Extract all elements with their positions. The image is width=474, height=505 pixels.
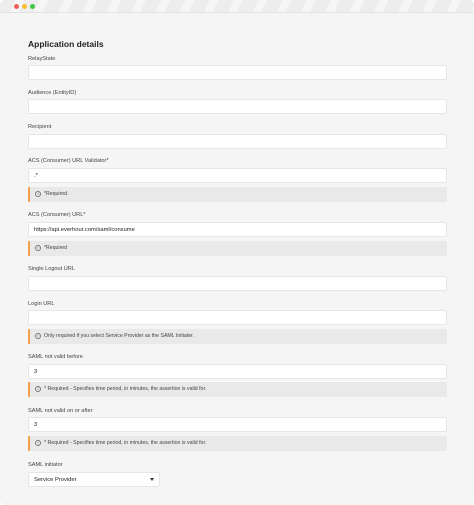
login-url-input[interactable]	[28, 310, 447, 325]
info-circle-icon: i	[35, 385, 41, 392]
saml-not-before-label: SAML not valid before	[28, 354, 83, 360]
info-circle-icon: i	[35, 332, 41, 339]
saml-not-after-label: SAML not valid on or after	[28, 408, 93, 414]
saml-not-before-input[interactable]: 3	[28, 364, 447, 379]
acs-url-label: ACS (Consumer) URL*	[28, 212, 86, 218]
saml-initiator-label: SAML initiator	[28, 462, 63, 468]
single-logout-url-input[interactable]	[28, 276, 447, 291]
acs-validator-label: ACS (Consumer) URL Validator*	[28, 158, 109, 164]
acs-url-note: i *Required	[28, 241, 447, 256]
saml-not-after-input[interactable]: 3	[28, 417, 447, 432]
info-circle-icon: i	[35, 190, 41, 197]
login-url-note-text: Only required if you select Service Prov…	[44, 333, 195, 339]
caret-down-icon	[150, 478, 154, 481]
saml-not-after-note: i * Required - Specifies time period, in…	[28, 436, 447, 451]
minimize-window-button[interactable]	[22, 4, 27, 9]
login-url-label: Login URL	[28, 301, 55, 307]
window-titlebar	[0, 0, 474, 13]
acs-validator-note: i *Required.	[28, 187, 447, 202]
app-window: Application details RelayState Audience …	[0, 0, 474, 505]
acs-validator-note-text: *Required.	[44, 191, 69, 197]
recipient-label: Recipient	[28, 124, 52, 130]
saml-initiator-select[interactable]: Service Provider	[28, 472, 160, 487]
saml-not-before-note: i * Required - Specifies time period, in…	[28, 382, 447, 397]
info-circle-icon: i	[35, 244, 41, 251]
maximize-window-button[interactable]	[30, 4, 35, 9]
audience-input[interactable]	[28, 99, 447, 114]
application-details-form: Application details RelayState Audience …	[0, 14, 474, 505]
recipient-input[interactable]	[28, 134, 447, 149]
acs-url-note-text: *Required	[44, 245, 68, 251]
info-circle-icon: i	[35, 439, 41, 446]
single-logout-url-label: Single Logout URL	[28, 266, 75, 272]
saml-not-after-note-text: * Required - Specifies time period, in m…	[44, 440, 207, 446]
relay-state-label: RelayState	[28, 56, 56, 62]
acs-validator-input[interactable]: .*	[28, 168, 447, 183]
saml-initiator-selected: Service Provider	[34, 477, 77, 483]
saml-not-before-note-text: * Required - Specifies time period, in m…	[44, 386, 207, 392]
relay-state-input[interactable]	[28, 65, 447, 80]
audience-label: Audience (EntityID)	[28, 90, 77, 96]
login-url-note: i Only required if you select Service Pr…	[28, 329, 447, 344]
section-title: Application details	[28, 39, 104, 49]
close-window-button[interactable]	[14, 4, 19, 9]
acs-url-input[interactable]: https://api.everhour.com/saml/consume	[28, 222, 447, 237]
